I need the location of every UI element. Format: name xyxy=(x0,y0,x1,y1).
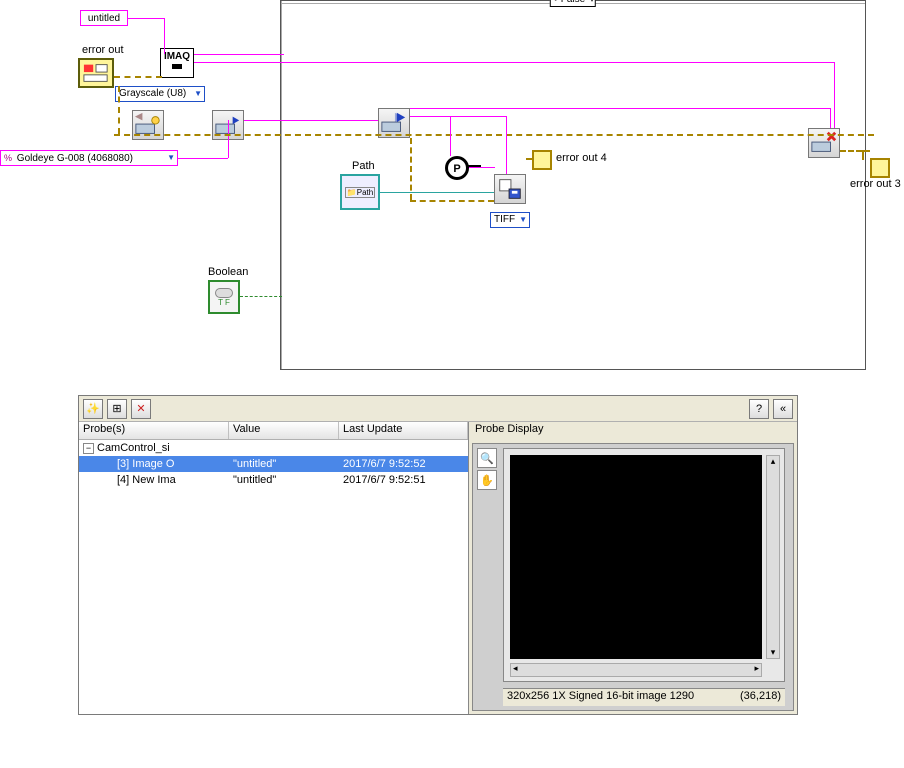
probe-toolbar: ✨ ⊞ ✕ ? « xyxy=(79,396,797,422)
probe-display-panel: Probe Display 🔍 ✋ 320x256 1X Signed 16-b… xyxy=(469,422,797,714)
probe-name: [3] Image O xyxy=(79,458,229,470)
image-type-dropdown[interactable]: Grayscale (U8) xyxy=(115,86,205,102)
block-diagram: False untitled error out IMAQ Grayscale … xyxy=(0,0,904,395)
boolean-control[interactable]: T F xyxy=(208,280,240,314)
probe-watch-window: ✨ ⊞ ✕ ? « Probe(s) Value Last Update −Ca… xyxy=(78,395,798,715)
boolean-label: Boolean xyxy=(208,266,248,278)
spark-icon: ✨ xyxy=(86,402,100,415)
probe-update: 2017/6/7 9:52:52 xyxy=(339,458,468,470)
path-label: Path xyxy=(352,160,375,172)
probe-value: "untitled" xyxy=(229,474,339,486)
image-info-text: 320x256 1X Signed 16-bit image 1290 xyxy=(507,690,694,705)
error-out-4-terminal[interactable] xyxy=(532,150,552,170)
delete-icon: ✕ xyxy=(136,402,145,415)
probe-value: "untitled" xyxy=(229,458,339,470)
collapse-button[interactable]: « xyxy=(773,399,793,419)
probe-tree[interactable]: −CamControl_si [3] Image O "untitled" 20… xyxy=(79,440,468,714)
collapse-icon: « xyxy=(780,403,786,415)
case-selector[interactable]: False xyxy=(550,0,596,7)
delete-probe-button[interactable]: ✕ xyxy=(131,399,151,419)
image-content xyxy=(510,455,762,659)
tree-row[interactable]: [3] Image O "untitled" 2017/6/7 9:52:52 xyxy=(79,456,468,472)
error-out-3-terminal[interactable] xyxy=(870,158,890,178)
new-probe-button[interactable]: ✨ xyxy=(83,399,103,419)
path-icon-text: Path xyxy=(357,188,373,197)
error-in-control-icon[interactable] xyxy=(78,58,114,88)
tree-row[interactable]: [4] New Ima "untitled" 2017/6/7 9:52:51 xyxy=(79,472,468,488)
tree-root-label: CamControl_si xyxy=(97,442,170,454)
error-out-4-label: error out 4 xyxy=(556,152,607,164)
imaq-label: IMAQ xyxy=(164,51,190,62)
string-constant-label: untitled xyxy=(88,13,120,24)
zoom-tool[interactable]: 🔍 xyxy=(477,448,497,468)
expander-icon[interactable]: − xyxy=(83,443,94,454)
camera-resource-value: Goldeye G-008 (4068080) xyxy=(17,153,133,164)
string-constant-untitled[interactable]: untitled xyxy=(80,10,128,26)
grid-icon: ⊞ xyxy=(112,402,121,415)
col-value[interactable]: Value xyxy=(229,422,339,439)
help-button[interactable]: ? xyxy=(749,399,769,419)
imaq-create-node[interactable]: IMAQ xyxy=(160,48,194,78)
image-tool-palette: 🔍 ✋ xyxy=(477,448,499,492)
error-out-3-label: error out 3 xyxy=(850,178,901,190)
pan-tool[interactable]: ✋ xyxy=(477,470,497,490)
probe-display-title: Probe Display xyxy=(469,422,797,440)
probe-update: 2017/6/7 9:52:51 xyxy=(339,474,468,486)
image-display-frame: 🔍 ✋ 320x256 1X Signed 16-bit image 1290 … xyxy=(472,443,794,711)
probe-list-header: Probe(s) Value Last Update xyxy=(79,422,468,440)
vertical-scrollbar[interactable] xyxy=(766,455,780,659)
arrange-button[interactable]: ⊞ xyxy=(107,399,127,419)
camera-resource-dropdown[interactable]: % Goldeye G-008 (4068080) xyxy=(0,150,178,166)
magnifier-icon: 🔍 xyxy=(480,452,494,465)
cursor-coords: (36,218) xyxy=(740,690,781,705)
col-probes[interactable]: Probe(s) xyxy=(79,422,229,439)
help-icon: ? xyxy=(756,403,762,415)
probe-name: [4] New Ima xyxy=(79,474,229,486)
error-out-label: error out xyxy=(82,44,124,56)
hand-icon: ✋ xyxy=(480,474,494,487)
file-format-dropdown[interactable]: TIFF xyxy=(490,212,530,228)
col-last-update[interactable]: Last Update xyxy=(339,422,468,439)
image-type-value: Grayscale (U8) xyxy=(119,88,186,99)
file-format-value: TIFF xyxy=(494,214,515,225)
probe-list-panel: Probe(s) Value Last Update −CamControl_s… xyxy=(79,422,469,714)
image-viewport[interactable] xyxy=(503,448,785,682)
tree-root-row[interactable]: −CamControl_si xyxy=(79,440,468,456)
horizontal-scrollbar[interactable] xyxy=(510,663,762,677)
camera-close-node[interactable] xyxy=(808,128,840,158)
probe-node[interactable]: P xyxy=(445,156,469,180)
probe-glyph: P xyxy=(453,163,460,175)
image-status-bar: 320x256 1X Signed 16-bit image 1290 (36,… xyxy=(503,688,785,706)
imaq-write-file-node[interactable] xyxy=(494,174,526,204)
path-control[interactable]: 📁Path xyxy=(340,174,380,210)
